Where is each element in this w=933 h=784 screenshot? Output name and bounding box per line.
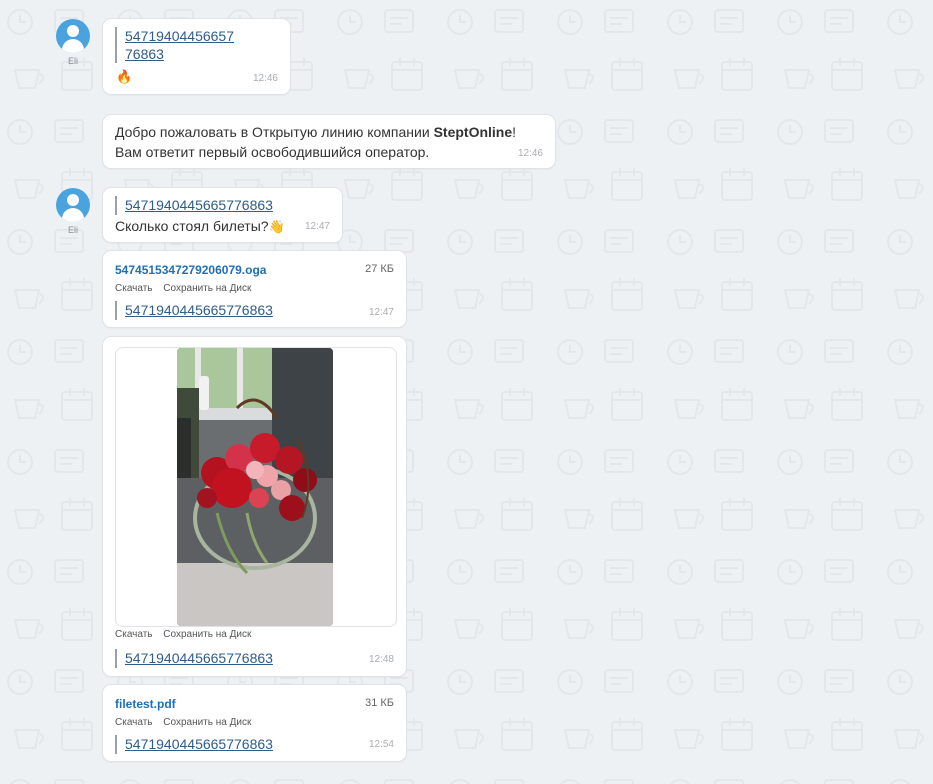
welcome-message-text: Добро пожаловать в Открытую линию компан…	[115, 124, 517, 160]
download-button[interactable]: Скачать	[115, 629, 153, 640]
message-time: 12:54	[368, 739, 394, 750]
image-message-bubble: Скачать Сохранить на Диск 54719404456657…	[102, 336, 407, 677]
message-time: 12:47	[368, 307, 394, 318]
message-bubble: Добро пожаловать в Открытую линию компан…	[102, 114, 556, 169]
quote-block: 5471940445665776863	[115, 649, 273, 668]
message-bubble: 54719404456657 76863 🔥 12:46	[102, 18, 291, 95]
message-text: Сколько стоял билеты?👋	[115, 218, 285, 234]
quote-link[interactable]: 76863	[125, 45, 234, 63]
quote-block: 54719404456657 76863	[115, 27, 234, 63]
quote-block: 5471940445665776863	[115, 735, 273, 754]
save-to-disk-button[interactable]: Сохранить на Диск	[163, 283, 251, 294]
quote-link[interactable]: 5471940445665776863	[125, 650, 273, 666]
file-actions: Скачать Сохранить на Диск	[115, 717, 259, 728]
avatar[interactable]	[56, 19, 90, 53]
fire-icon: 🔥	[116, 69, 133, 84]
sender-avatar-block: Eli	[53, 19, 93, 66]
chat-message-list: Eli 54719404456657 76863 🔥 12:46 Добро п…	[0, 0, 933, 784]
file-actions: Скачать Сохранить на Диск	[115, 629, 259, 640]
quote-block: 5471940445665776863	[115, 196, 273, 215]
quote-link[interactable]: 5471940445665776863	[125, 736, 273, 752]
download-button[interactable]: Скачать	[115, 717, 153, 728]
file-size: 31 КБ	[365, 697, 394, 709]
file-message-bubble: filetest.pdf 31 КБ Скачать Сохранить на …	[102, 684, 407, 762]
avatar[interactable]	[56, 188, 90, 222]
message-bubble: 5471940445665776863 Сколько стоял билеты…	[102, 187, 343, 243]
file-actions: Скачать Сохранить на Диск	[115, 283, 259, 294]
image-preview-frame[interactable]	[115, 347, 397, 627]
quote-block: 5471940445665776863	[115, 301, 273, 320]
message-time: 12:46	[252, 73, 278, 84]
bouquet-photo[interactable]	[177, 348, 333, 626]
sender-avatar-block: Eli	[53, 188, 93, 235]
quote-link[interactable]: 5471940445665776863	[125, 302, 273, 318]
wave-icon: 👋	[268, 219, 285, 234]
save-to-disk-button[interactable]: Сохранить на Диск	[163, 629, 251, 640]
download-button[interactable]: Скачать	[115, 283, 153, 294]
save-to-disk-button[interactable]: Сохранить на Диск	[163, 717, 251, 728]
file-name-link[interactable]: filetest.pdf	[115, 697, 176, 711]
quote-link[interactable]: 5471940445665776863	[125, 197, 273, 213]
file-size: 27 КБ	[365, 263, 394, 275]
sender-name: Eli	[67, 56, 78, 66]
sender-name: Eli	[67, 225, 78, 235]
message-time: 12:48	[368, 654, 394, 665]
file-name-link[interactable]: 5474515347279206079.oga	[115, 263, 266, 277]
message-time: 12:46	[517, 148, 543, 159]
message-time: 12:47	[304, 221, 330, 232]
quote-link[interactable]: 54719404456657	[125, 27, 234, 45]
file-message-bubble: 5474515347279206079.oga 27 КБ Скачать Со…	[102, 250, 407, 328]
